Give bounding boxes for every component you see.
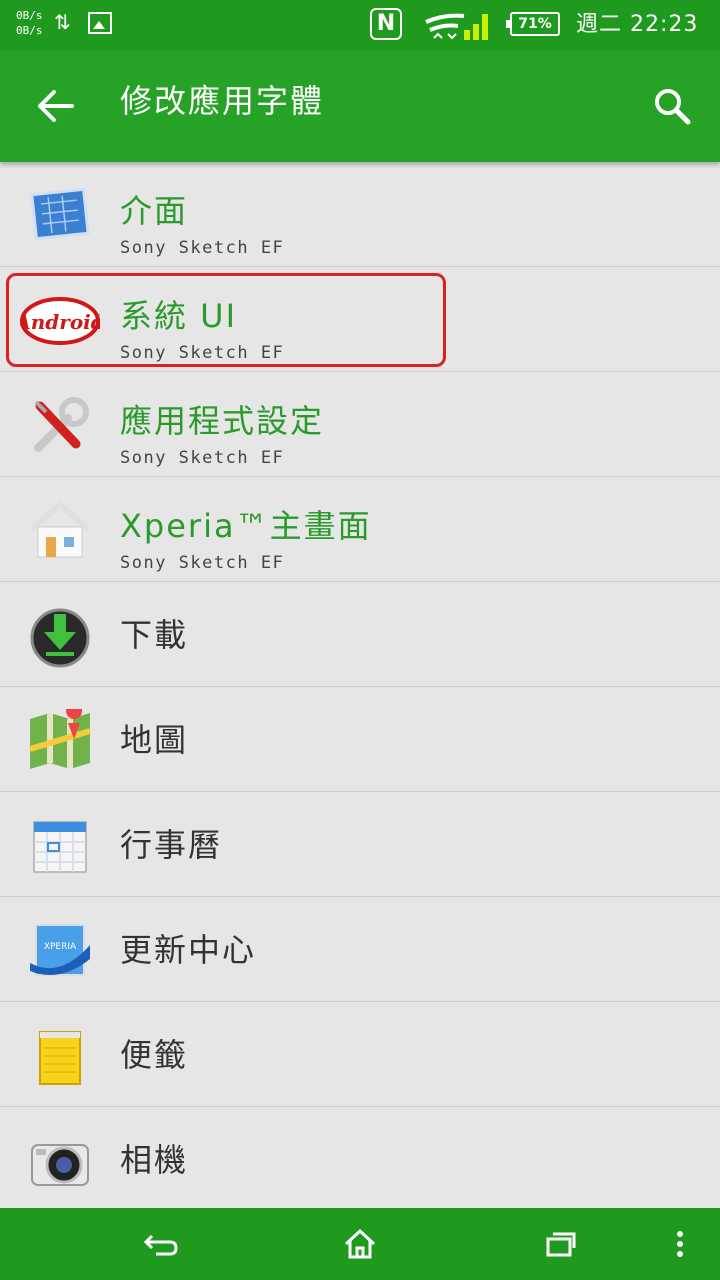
list-item-notes[interactable]: 便籤: [0, 1002, 720, 1107]
app-name: 便籤: [120, 1036, 189, 1074]
font-name: Sony Sketch EF: [120, 448, 285, 468]
update-center-icon: XPERIA: [30, 924, 90, 976]
battery-indicator: 71%: [506, 12, 560, 36]
list-item-download[interactable]: 下載: [0, 582, 720, 687]
navigation-bar: [0, 1208, 720, 1280]
list-item-app-settings[interactable]: 應用程式設定 Sony Sketch EF: [0, 372, 720, 477]
home-icon: [30, 501, 90, 558]
list-item-calendar[interactable]: 行事曆: [0, 792, 720, 897]
page-title: 修改應用字體: [120, 82, 325, 120]
nav-recent-apps-icon[interactable]: [540, 1226, 580, 1262]
list-item-interface[interactable]: 介面 Sony Sketch EF: [0, 162, 720, 267]
font-name: Sony Sketch EF: [120, 238, 285, 258]
app-name: 行事曆: [120, 826, 223, 864]
nav-back-icon[interactable]: [142, 1226, 182, 1262]
app-name: 更新中心: [120, 931, 257, 969]
net-down-speed: 0B/s: [16, 24, 43, 37]
app-name: 下載: [120, 616, 189, 654]
settings-tools-icon: [34, 397, 89, 452]
nav-home-icon[interactable]: [340, 1226, 380, 1262]
selection-highlight-box: [6, 273, 446, 367]
list-item-xperia-home[interactable]: Xperia™主畫面 Sony Sketch EF: [0, 477, 720, 582]
app-bar: 修改應用字體: [0, 50, 720, 162]
maps-icon: [29, 709, 91, 769]
data-transfer-icon: ⇅: [54, 10, 71, 34]
nfc-icon: N: [370, 8, 402, 40]
font-name: Sony Sketch EF: [120, 553, 285, 573]
list-item-camera[interactable]: 相機: [0, 1107, 720, 1212]
search-icon[interactable]: [652, 86, 692, 126]
notes-icon: [39, 1031, 81, 1085]
time: 22:23: [630, 12, 699, 37]
calendar-icon: [33, 821, 87, 873]
app-name: 介面: [120, 192, 189, 230]
download-icon: [30, 608, 90, 668]
app-name: Xperia™主畫面: [120, 507, 372, 545]
camera-icon: [31, 1144, 89, 1186]
app-name: 相機: [120, 1141, 189, 1179]
status-bar: 0B/s 0B/s ⇅ N 71% 週二 22:23: [0, 0, 720, 50]
network-speed: 0B/s 0B/s: [16, 8, 43, 38]
image-notification-icon: [88, 12, 112, 34]
app-name: 應用程式設定: [120, 402, 325, 440]
net-up-speed: 0B/s: [16, 9, 43, 22]
nav-menu-icon[interactable]: [660, 1226, 700, 1262]
clock: 週二 22:23: [576, 6, 698, 38]
list-item-maps[interactable]: 地圖: [0, 687, 720, 792]
list-item-update-center[interactable]: XPERIA 更新中心: [0, 897, 720, 1002]
app-name: 地圖: [120, 721, 189, 759]
svg-text:XPERIA: XPERIA: [44, 942, 77, 952]
back-arrow-icon[interactable]: [36, 88, 76, 124]
weekday: 週二: [576, 12, 623, 37]
interface-blueprint-icon: [30, 187, 90, 241]
signal-strength-icon: [425, 13, 488, 40]
